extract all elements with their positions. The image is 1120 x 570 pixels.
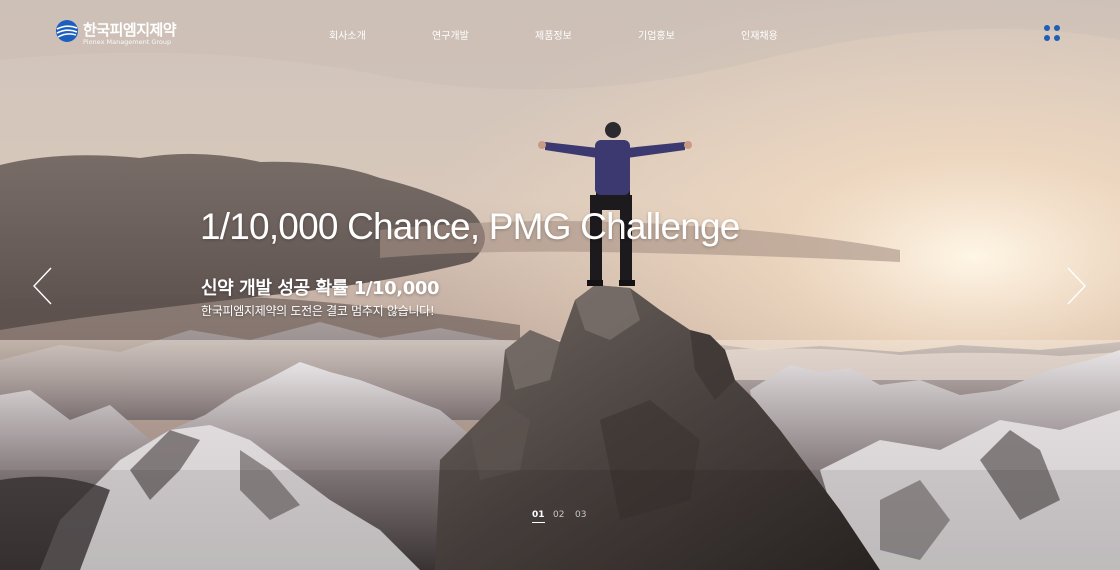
hero-slider: 한국피엠지제약 Pionex Management Group 회사소개 연구개… [0, 0, 1120, 570]
grid-dots-icon[interactable] [1043, 24, 1063, 44]
slide-pager: 01 02 03 [530, 510, 600, 526]
main-nav: 회사소개 연구개발 제품정보 기업홍보 인재채용 [300, 27, 820, 43]
nav-item-products[interactable]: 제품정보 [535, 27, 572, 42]
nav-item-company[interactable]: 회사소개 [329, 27, 366, 42]
logo-name: 한국피엠지제약 [83, 21, 177, 39]
nav-item-pr[interactable]: 기업홍보 [638, 27, 675, 42]
nav-item-research[interactable]: 연구개발 [432, 27, 469, 42]
menu-dot [1044, 25, 1050, 31]
pager-item-02[interactable]: 02 [553, 510, 564, 522]
hero-headline: 1/10,000 Chance, PMG Challenge [200, 206, 740, 247]
chevron-right-icon[interactable] [1064, 266, 1088, 306]
hero-subheadline: 신약 개발 성공 확률 1/10,000 [201, 278, 440, 299]
menu-dot [1044, 35, 1050, 41]
menu-dot [1054, 25, 1060, 31]
company-logo[interactable]: 한국피엠지제약 Pionex Management Group [55, 18, 195, 48]
logo-subtitle: Pionex Management Group [83, 38, 172, 46]
nav-item-careers[interactable]: 인재채용 [741, 27, 778, 42]
pager-item-03[interactable]: 03 [575, 510, 586, 522]
hero-description: 한국피엠지제약의 도전은 결코 멈추지 않습니다! [201, 304, 435, 318]
hero-background-image [0, 0, 1120, 570]
pager-item-01[interactable]: 01 [532, 510, 545, 523]
site-header: 한국피엠지제약 Pionex Management Group 회사소개 연구개… [0, 0, 1120, 70]
menu-dot [1054, 35, 1060, 41]
chevron-left-icon[interactable] [31, 266, 55, 306]
globe-logo-icon [56, 20, 78, 42]
